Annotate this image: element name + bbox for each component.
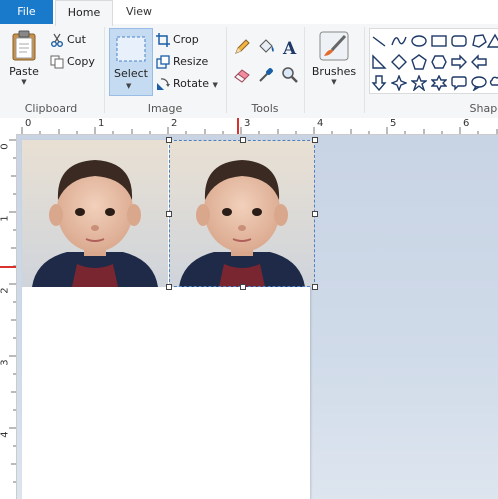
- ruler-label: 3: [0, 359, 11, 366]
- paste-label: Paste: [9, 65, 39, 78]
- ruler-label: 1: [0, 215, 11, 222]
- selection-handle-left[interactable]: [166, 211, 172, 217]
- rectangle-shape-icon[interactable]: [431, 33, 447, 49]
- fill-bucket-icon[interactable]: [257, 38, 275, 56]
- diamond-shape-icon[interactable]: [391, 54, 407, 70]
- rounded-rectangle-shape-icon[interactable]: [451, 33, 467, 49]
- group-divider: [304, 27, 305, 113]
- pentagon-shape-icon[interactable]: [411, 54, 427, 70]
- selection-handle-top-right[interactable]: [312, 137, 318, 143]
- right-triangle-shape-icon[interactable]: [371, 54, 387, 70]
- brush-icon: [319, 31, 349, 61]
- crop-label: Crop: [173, 33, 199, 46]
- text-icon[interactable]: A: [281, 38, 299, 56]
- curve-shape-icon[interactable]: [391, 33, 407, 49]
- magnifier-icon[interactable]: [281, 66, 299, 84]
- vertical-ruler: 0 1 2 3 4: [0, 134, 17, 499]
- chevron-down-icon: ▼: [212, 81, 218, 89]
- ribbon: Paste ▼ Cut Copy Clipboard Image Select …: [0, 24, 498, 119]
- ruler-label: 3: [244, 118, 251, 129]
- ruler-label: 2: [171, 118, 178, 129]
- scissors-icon: [51, 33, 63, 47]
- svg-text:A: A: [282, 39, 297, 56]
- selection-rectangle[interactable]: [169, 140, 315, 287]
- resize-icon: [156, 55, 170, 69]
- pencil-icon[interactable]: [233, 38, 251, 56]
- clipboard-icon: [12, 30, 36, 61]
- select-button[interactable]: Select ▼: [109, 28, 153, 96]
- selection-rectangle-icon: [116, 36, 146, 62]
- rotate-button[interactable]: Rotate ▼: [156, 74, 218, 94]
- baby-photo-left: [22, 140, 168, 287]
- chevron-down-icon: ▼: [126, 82, 132, 90]
- selection-handle-top-left[interactable]: [166, 137, 172, 143]
- chevron-down-icon: ▼: [331, 78, 337, 86]
- copy-icon: [50, 55, 64, 69]
- ribbon-tab-bar: File Home View: [0, 0, 498, 26]
- ruler-label: 4: [0, 431, 11, 438]
- oval-shape-icon[interactable]: [411, 33, 427, 49]
- cloud-callout-shape-icon[interactable]: [489, 75, 498, 91]
- tab-file[interactable]: File: [0, 0, 53, 24]
- tools-group-label: Tools: [251, 102, 279, 115]
- ruler-label: 0: [25, 118, 32, 129]
- resize-button[interactable]: Resize: [156, 52, 208, 72]
- down-arrow-shape-icon[interactable]: [371, 75, 387, 91]
- five-point-star-shape-icon[interactable]: [411, 75, 427, 91]
- image-group-label: Image: [147, 102, 183, 115]
- tab-home[interactable]: Home: [55, 0, 113, 26]
- copy-button[interactable]: Copy: [50, 52, 95, 72]
- brushes-button[interactable]: Brushes ▼: [308, 30, 360, 94]
- selection-handle-bottom-right[interactable]: [312, 284, 318, 290]
- clipboard-group-label: Clipboard: [24, 102, 78, 115]
- tab-view[interactable]: View: [114, 0, 164, 24]
- selection-handle-right[interactable]: [312, 211, 318, 217]
- right-arrow-shape-icon[interactable]: [451, 54, 467, 70]
- paste-button[interactable]: Paste ▼: [4, 30, 44, 94]
- shapes-group-label: Shape: [469, 102, 498, 115]
- six-point-star-shape-icon[interactable]: [431, 75, 447, 91]
- left-arrow-shape-icon[interactable]: [471, 54, 487, 70]
- rotate-icon: [157, 78, 170, 90]
- cut-label: Cut: [67, 33, 86, 46]
- ruler-label: 1: [98, 118, 105, 129]
- color-picker-icon[interactable]: [257, 66, 275, 84]
- selection-handle-bottom[interactable]: [240, 284, 246, 290]
- cut-button[interactable]: Cut: [50, 30, 86, 50]
- rounded-callout-shape-icon[interactable]: [451, 75, 467, 91]
- resize-label: Resize: [173, 55, 209, 68]
- hexagon-shape-icon[interactable]: [431, 54, 447, 70]
- chevron-down-icon: ▼: [21, 78, 27, 86]
- oval-callout-shape-icon[interactable]: [471, 75, 487, 91]
- ruler-label: 0: [0, 143, 11, 150]
- brushes-label: Brushes: [311, 65, 357, 78]
- ruler-label: 2: [0, 287, 11, 294]
- ruler-label: 4: [317, 118, 324, 129]
- crop-icon: [156, 33, 170, 47]
- select-label: Select: [114, 67, 148, 80]
- ruler-ticks: [0, 139, 16, 483]
- horizontal-ruler: 0 1 2 3 4 5 6: [0, 118, 498, 135]
- four-point-star-shape-icon[interactable]: [391, 75, 407, 91]
- ruler-label: 5: [390, 118, 397, 129]
- eraser-icon[interactable]: [233, 66, 251, 84]
- crop-button[interactable]: Crop: [156, 30, 199, 50]
- group-divider: [364, 27, 365, 113]
- line-shape-icon[interactable]: [371, 33, 387, 49]
- triangle-shape-icon[interactable]: [487, 33, 498, 49]
- copy-label: Copy: [67, 55, 95, 68]
- selection-handle-bottom-left[interactable]: [166, 284, 172, 290]
- clipboard-group: Paste ▼ Cut Copy Clipboard: [0, 24, 102, 118]
- polygon-shape-icon[interactable]: [471, 33, 487, 49]
- selection-handle-top[interactable]: [240, 137, 246, 143]
- ruler-label: 6: [463, 118, 470, 129]
- rotate-label: Rotate: [173, 77, 210, 90]
